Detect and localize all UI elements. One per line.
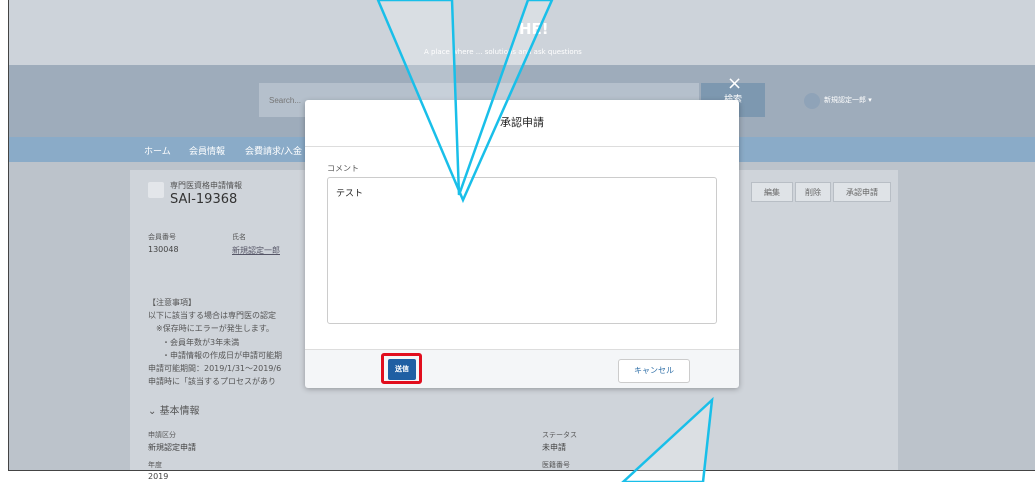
note-line: 【注意事項】: [148, 298, 196, 307]
cancel-button[interactable]: キャンセル: [618, 359, 690, 383]
note-line: 申請時に「該当するプロセスがあり: [148, 377, 276, 386]
record-id: SAI-19368: [170, 192, 238, 207]
nav-item-home[interactable]: ホーム: [144, 144, 171, 157]
edit-button[interactable]: 編集: [751, 182, 793, 202]
nav-item-billing[interactable]: 会費請求/入金: [245, 144, 302, 157]
record-type: 専門医資格申請情報: [170, 181, 242, 190]
apply-type-value: 新規認定申請: [148, 443, 196, 452]
status-label: ステータス: [542, 431, 577, 439]
site-subtitle: A place where ... solutions and ask ques…: [424, 48, 582, 56]
dialog-title: 承認申請: [305, 100, 739, 147]
comment-textarea[interactable]: テスト: [327, 177, 717, 324]
note-line: 以下に該当する場合は専門医の認定: [148, 311, 276, 320]
approval-request-button[interactable]: 承認申請: [833, 182, 891, 202]
record-type-icon: [148, 182, 164, 198]
year-value: 2019: [148, 472, 169, 481]
user-avatar-icon[interactable]: [804, 93, 820, 109]
user-menu[interactable]: 新規認定一郎 ▾: [824, 95, 872, 105]
status-value: 未申請: [542, 443, 566, 452]
name-link[interactable]: 新規認定一郎: [232, 245, 280, 256]
nav-item-member-info[interactable]: 会員情報: [189, 144, 225, 157]
close-icon[interactable]: ×: [727, 73, 742, 94]
comment-label: コメント: [327, 164, 359, 173]
note-line: 申請可能期間：2019/1/31～2019/6: [148, 364, 282, 373]
submit-button[interactable]: 送信: [388, 359, 416, 380]
site-title: HE!: [519, 20, 549, 38]
year-label: 年度: [148, 461, 162, 469]
note-line: ※保存時にエラーが発生します。: [156, 324, 274, 333]
dialog-footer: キャンセル: [305, 349, 739, 388]
section-basic-info[interactable]: ⌄ 基本情報: [148, 402, 200, 417]
community-header: HE! A place where ... solutions and ask …: [9, 0, 1035, 65]
note-line: ・会員年数が3年未満: [162, 338, 240, 347]
member-no-value: 130048: [148, 245, 179, 254]
delete-button[interactable]: 削除: [795, 182, 831, 202]
name-label: 氏名: [232, 233, 246, 241]
approval-request-dialog: 承認申請 コメント テスト キャンセル: [305, 100, 739, 388]
apply-type-label: 申請区分: [148, 431, 176, 439]
note-line: ・申請情報の作成日が申請可能期: [162, 351, 282, 360]
section-title-label: 基本情報: [159, 406, 200, 417]
doctor-no-label: 医籍番号: [542, 461, 570, 469]
member-no-label: 会員番号: [148, 233, 176, 241]
